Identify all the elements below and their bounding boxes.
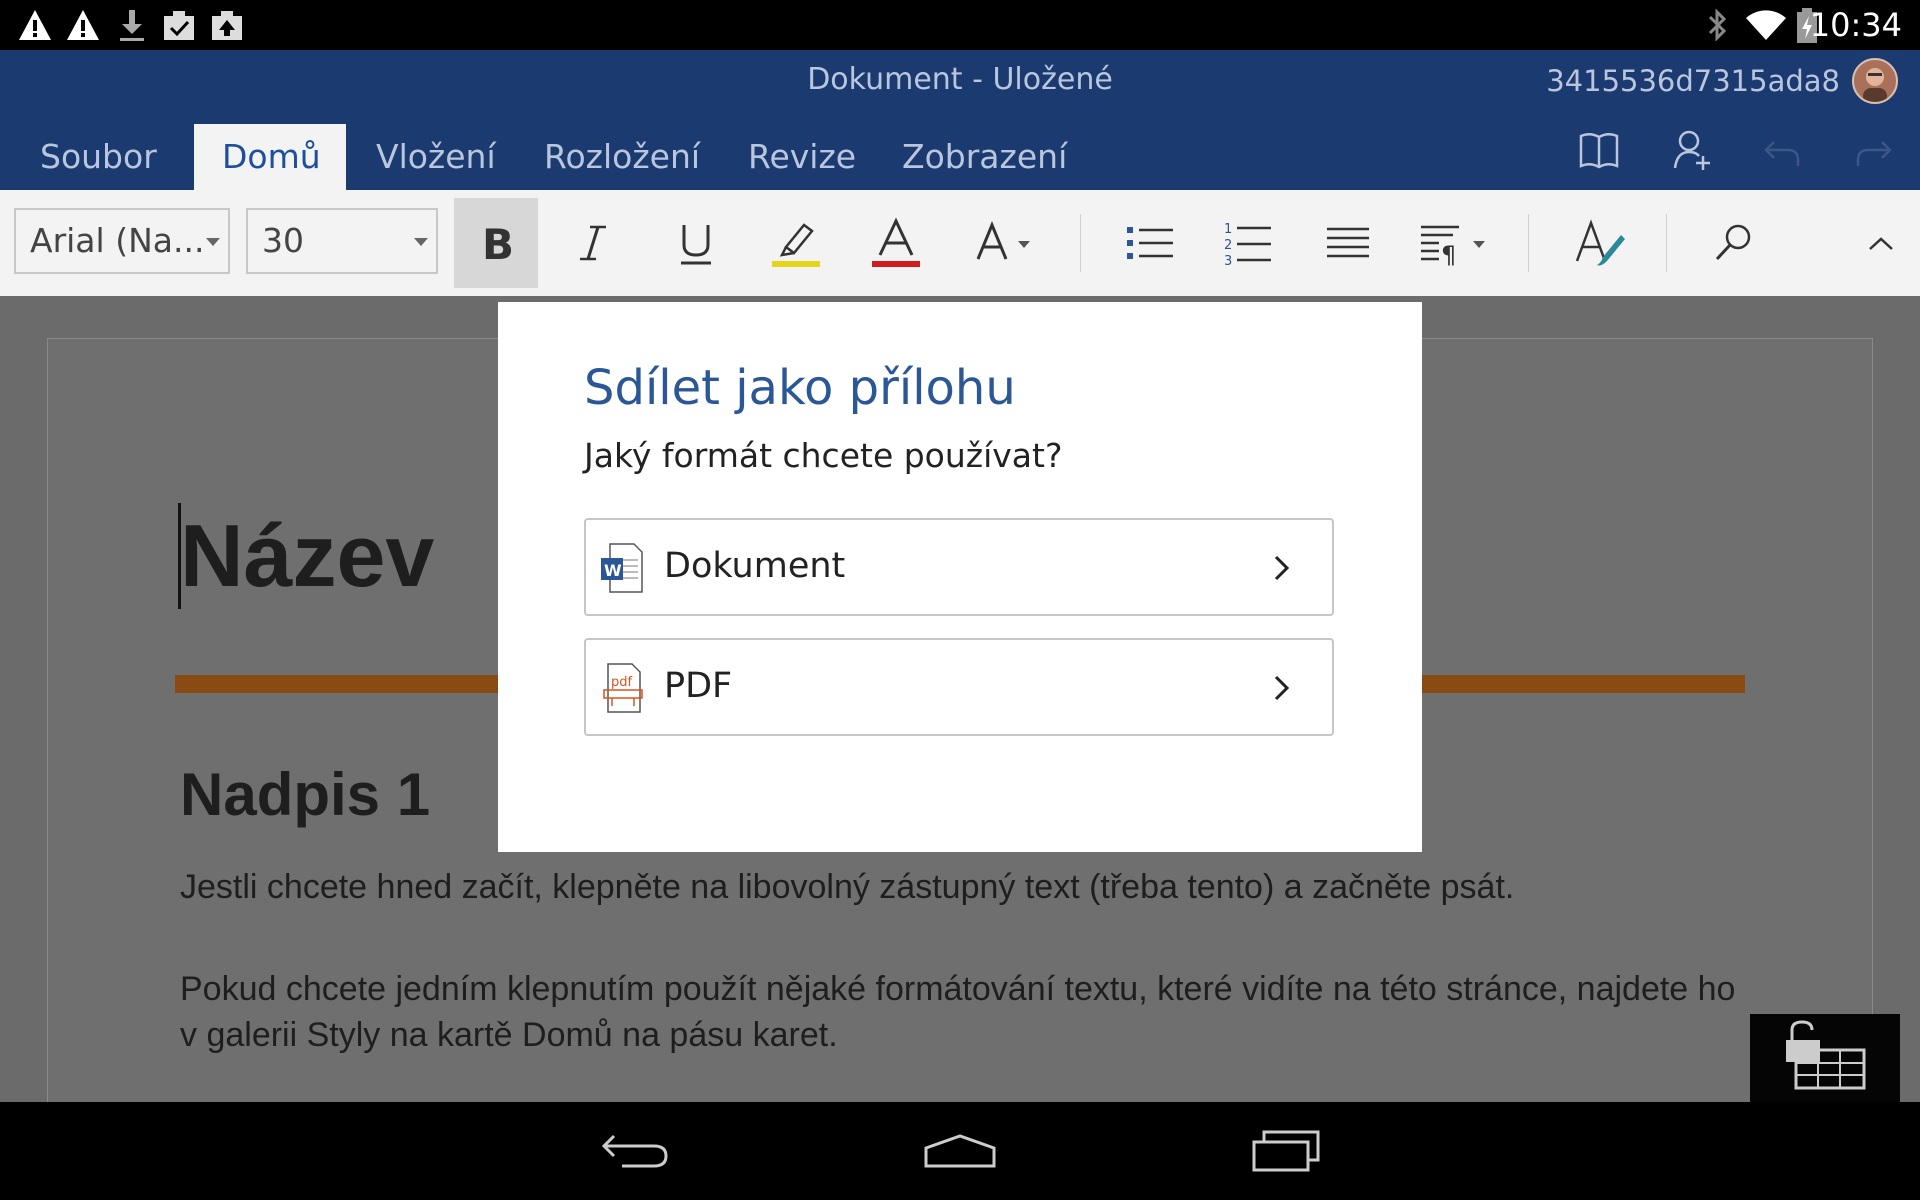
align-button[interactable] <box>1306 198 1390 288</box>
home-icon[interactable] <box>922 1132 998 1170</box>
tab-file[interactable]: Soubor <box>12 124 185 190</box>
download-icon <box>120 10 144 41</box>
chevron-down-icon <box>414 238 428 246</box>
navigation-bar <box>0 1102 1920 1200</box>
separator <box>1666 214 1667 272</box>
font-color-button[interactable] <box>854 198 938 288</box>
text-effects-button[interactable] <box>966 198 1046 288</box>
underline-button[interactable] <box>654 198 738 288</box>
wifi-icon <box>1746 10 1786 40</box>
body-paragraph[interactable]: Jestli chcete hned začít, klepněte na li… <box>180 864 1740 910</box>
undo-icon[interactable] <box>1762 128 1804 172</box>
svg-text:pdf: pdf <box>611 675 633 690</box>
bold-icon: B <box>482 221 514 265</box>
option-label: PDF <box>664 666 733 706</box>
font-color-icon <box>872 217 920 267</box>
svg-text:¶: ¶ <box>1441 241 1456 267</box>
share-person-icon[interactable] <box>1672 128 1714 172</box>
search-icon <box>1715 224 1751 261</box>
svg-text:B: B <box>482 221 514 265</box>
share-attachment-dialog: Sdílet jako přílohu Jaký formát chcete p… <box>498 302 1422 852</box>
bluetooth-icon <box>1708 8 1727 42</box>
status-bar: 10:34 <box>0 0 1920 50</box>
chevron-up-icon <box>1869 237 1893 250</box>
text-effects-icon <box>976 221 1030 260</box>
font-size-value: 30 <box>262 221 304 260</box>
pdf-document-icon: pdf <box>603 663 643 713</box>
keyboard-unlock-icon <box>1786 1020 1866 1090</box>
paragraph-icon: ¶ <box>1421 225 1485 267</box>
paragraph-format-button[interactable]: ¶ <box>1414 198 1494 288</box>
warning-icon <box>19 10 51 40</box>
italic-icon <box>580 225 606 261</box>
svg-text:3: 3 <box>1224 254 1232 267</box>
separator <box>1528 214 1529 272</box>
option-label: Dokument <box>664 546 846 586</box>
warning-icon <box>67 10 99 40</box>
status-time: 10:34 <box>1809 6 1902 44</box>
svg-text:2: 2 <box>1224 238 1232 253</box>
account-name[interactable]: 3415536d7315ada8 <box>1546 64 1840 98</box>
bullet-list-button[interactable] <box>1108 198 1192 288</box>
find-button[interactable] <box>1692 198 1776 288</box>
dialog-title: Sdílet jako přílohu <box>584 360 1016 416</box>
clipboard-check-icon <box>164 11 194 40</box>
clipboard-upload-icon <box>212 11 242 40</box>
font-name-value: Arial (Na... <box>30 221 205 260</box>
chevron-right-icon <box>1274 555 1290 581</box>
share-as-document-button[interactable]: W Dokument <box>584 518 1334 616</box>
tab-insert[interactable]: Vložení <box>348 124 524 190</box>
font-name-select[interactable]: Arial (Na... <box>14 208 230 274</box>
align-left-icon <box>1327 227 1369 258</box>
font-size-select[interactable]: 30 <box>246 208 438 274</box>
svg-text:1: 1 <box>1224 222 1232 237</box>
separator <box>1080 214 1081 272</box>
svg-text:W: W <box>604 561 622 580</box>
highlighter-icon <box>772 223 820 267</box>
recent-apps-icon[interactable] <box>1250 1128 1322 1174</box>
numbered-list-button[interactable]: 123 <box>1206 198 1290 288</box>
back-icon[interactable] <box>600 1130 672 1172</box>
redo-icon[interactable] <box>1852 128 1894 172</box>
numbered-list-icon: 123 <box>1224 222 1271 267</box>
italic-button[interactable] <box>552 198 636 288</box>
title-bar: Dokument - Uložené 3415536d7315ada8 Soub… <box>0 50 1920 190</box>
chevron-down-icon <box>206 238 220 246</box>
tab-home[interactable]: Domů <box>194 124 346 190</box>
chevron-right-icon <box>1274 675 1290 701</box>
dialog-subtitle: Jaký formát chcete používat? <box>584 436 1063 475</box>
tab-layout[interactable]: Rozložení <box>516 124 728 190</box>
document-title-text[interactable]: Název <box>180 505 434 607</box>
collapse-ribbon-button[interactable] <box>1840 198 1920 288</box>
styles-button[interactable] <box>1558 198 1642 288</box>
read-mode-icon[interactable] <box>1578 128 1620 172</box>
tab-review[interactable]: Revize <box>720 124 884 190</box>
bullet-list-icon <box>1127 227 1173 259</box>
styles-brush-icon <box>1575 219 1625 266</box>
bold-button[interactable]: B <box>454 198 538 288</box>
body-paragraph[interactable]: Pokud chcete jedním klepnutím použít něj… <box>180 966 1740 1058</box>
heading-1[interactable]: Nadpis 1 <box>180 760 430 829</box>
formatting-toolbar: Arial (Na... 30 B 123 ¶ <box>0 190 1920 296</box>
tab-view[interactable]: Zobrazení <box>874 124 1095 190</box>
avatar[interactable] <box>1852 58 1898 104</box>
keyboard-toggle-button[interactable] <box>1750 1014 1900 1102</box>
underline-icon <box>681 225 711 265</box>
share-as-pdf-button[interactable]: pdf PDF <box>584 638 1334 736</box>
highlight-button[interactable] <box>754 198 838 288</box>
word-document-icon: W <box>601 543 643 593</box>
